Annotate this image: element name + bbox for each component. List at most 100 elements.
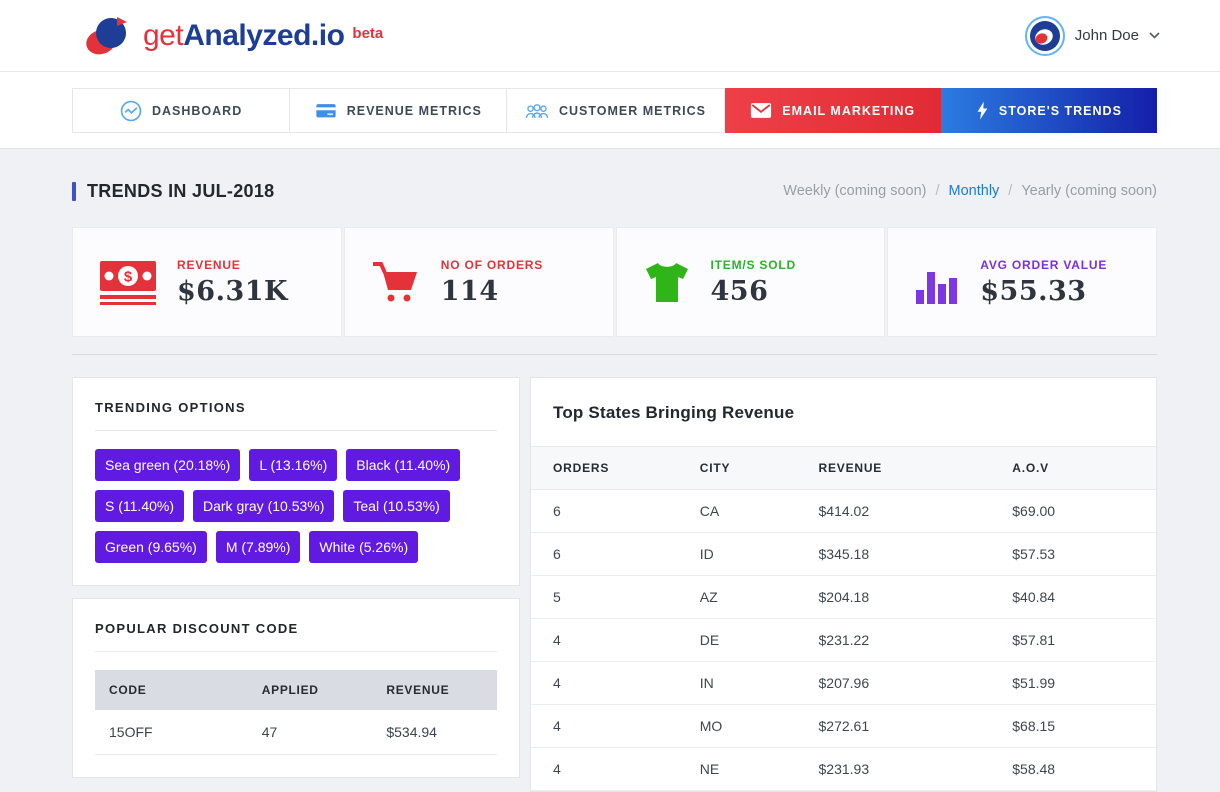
discount-header-row: CODE APPLIED REVENUE [95,670,497,710]
stat-value: $55.33 [980,275,1087,307]
states-header-row: ORDERS CITY REVENUE A.O.V [531,446,1156,490]
stat-card-revenue: $ REVENUE $6.31K [72,227,342,337]
col-code: CODE [109,683,147,697]
trending-tag[interactable]: White (5.26%) [309,531,419,563]
user-menu[interactable]: John Doe [1024,15,1160,56]
cell-city: DE [699,618,819,662]
cell-orders: 6 [531,532,700,576]
period-separator: / [1008,183,1013,199]
cell-revenue: $345.18 [818,532,1013,576]
cell-city: IN [699,661,819,705]
trending-tag[interactable]: Dark gray (10.53%) [193,490,335,522]
cell-orders: 4 [531,618,700,662]
stat-card-items-sold: ITEM/S SOLD 456 [615,227,886,337]
trending-tag[interactable]: Black (11.40%) [346,449,461,481]
dashboard-icon [120,100,142,121]
col-revenue: REVENUE [386,683,450,697]
logo-text-name: Analyzed.io [183,18,345,52]
cell-aov: $51.99 [1012,661,1156,705]
cell-revenue: $204.18 [818,575,1013,619]
stat-label: AVG ORDER VALUE [980,257,1108,272]
tab-customer-metrics[interactable]: CUSTOMER METRICS [507,88,725,133]
cell-city: CA [699,489,819,533]
section-divider [72,354,1157,355]
col-applied: APPLIED [261,683,319,697]
discount-code-title: POPULAR DISCOUNT CODE [95,621,299,636]
brand-logo[interactable]: get Analyzed.io beta [84,14,383,58]
col-aov: A.O.V [1012,446,1156,490]
money-bill-icon: $ [100,261,156,305]
cell-aov: $40.84 [1012,575,1156,619]
app-header: get Analyzed.io beta John Doe [0,0,1220,72]
trending-options-title: TRENDING OPTIONS [95,400,246,415]
stats-row: $ REVENUE $6.31K NO OF ORDERS 114 ITEM/S… [72,227,1157,337]
col-orders: ORDERS [531,446,700,490]
cell-city: MO [699,704,819,748]
tshirt-icon [645,263,688,302]
page-content: TRENDS IN JUL-2018 Weekly (coming soon) … [0,176,1220,792]
states-row: 6 CA $414.02 $69.00 [531,489,1156,533]
cell-applied: 47 [247,710,373,755]
bar-chart-icon [916,272,958,304]
tab-label: STORE'S TRENDS [998,103,1122,118]
stat-value: 456 [710,275,769,307]
trending-tag[interactable]: M (7.89%) [215,531,301,563]
logo-bird-icon [86,16,127,54]
tab-stores-trends[interactable]: STORE'S TRENDS [940,88,1158,133]
credit-card-icon [316,103,336,117]
trending-tag[interactable]: L (13.16%) [249,449,338,481]
period-weekly[interactable]: Weekly (coming soon) [783,183,926,199]
col-city: CITY [699,446,819,490]
period-switcher: Weekly (coming soon) / Monthly / Yearly … [783,183,1157,199]
period-monthly[interactable]: Monthly [949,183,1000,199]
tab-label: CUSTOMER METRICS [558,103,707,118]
states-row: 4 DE $231.22 $57.81 [531,618,1156,662]
stat-value: 114 [440,275,499,307]
trending-tag[interactable]: Sea green (20.18%) [95,449,241,481]
trending-tag[interactable]: Green (9.65%) [95,531,207,563]
tab-dashboard[interactable]: DASHBOARD [72,88,291,133]
states-row: 6 ID $345.18 $57.53 [531,532,1156,576]
trending-tags: Sea green (20.18%) L (13.16%) Black (11.40… [95,449,497,563]
cell-aov: $69.00 [1012,489,1156,533]
tab-label: EMAIL MARKETING [782,103,916,118]
discount-table: CODE APPLIED REVENUE 15OFF 47 $534.94 [95,670,497,755]
cell-orders: 4 [531,747,700,791]
cell-revenue: $207.96 [818,661,1013,705]
cell-aov: $58.48 [1012,747,1156,791]
main-nav: DASHBOARD REVENUE METRICS CUSTOMER METRI… [0,72,1220,149]
stat-label: ITEM/S SOLD [710,257,796,272]
cell-city: AZ [699,575,819,619]
col-revenue: REVENUE [818,446,1013,490]
user-name: John Doe [1074,27,1139,44]
stat-value: $6.31K [177,275,289,307]
dollar-glyph: $ [124,269,133,286]
trending-options-panel: TRENDING OPTIONS Sea green (20.18%) L (13… [72,377,520,586]
top-states-title: Top States Bringing Revenue [553,403,795,422]
trending-tag[interactable]: S (11.40%) [95,490,184,522]
lightning-bolt-icon [977,101,988,120]
states-row: 5 AZ $204.18 $40.84 [531,575,1156,619]
cell-aov: $68.15 [1012,704,1156,748]
trending-tag[interactable]: Teal (10.53%) [343,490,450,522]
top-states-table: ORDERS CITY REVENUE A.O.V 6 CA $414.02 $… [531,446,1156,791]
cell-revenue: $414.02 [818,489,1013,533]
tab-email-marketing[interactable]: EMAIL MARKETING [724,88,941,133]
tab-revenue-metrics[interactable]: REVENUE METRICS [290,88,508,133]
states-row: 4 MO $272.61 $68.15 [531,704,1156,748]
tab-label: REVENUE METRICS [346,103,482,118]
users-icon [525,103,549,118]
cell-code: 15OFF [95,710,248,755]
title-accent-bar [72,181,76,201]
avatar-bird-icon [1029,20,1060,51]
cell-revenue: $534.94 [372,710,497,755]
period-yearly[interactable]: Yearly (coming soon) [1021,183,1157,199]
cell-city: NE [699,747,819,791]
cell-orders: 4 [531,704,700,748]
page-title: TRENDS IN JUL-2018 [87,180,275,201]
stat-card-aov: AVG ORDER VALUE $55.33 [887,227,1157,337]
cell-revenue: $272.61 [818,704,1013,748]
cell-aov: $57.81 [1012,618,1156,662]
beta-badge: beta [352,24,384,42]
panel-divider [95,430,497,431]
